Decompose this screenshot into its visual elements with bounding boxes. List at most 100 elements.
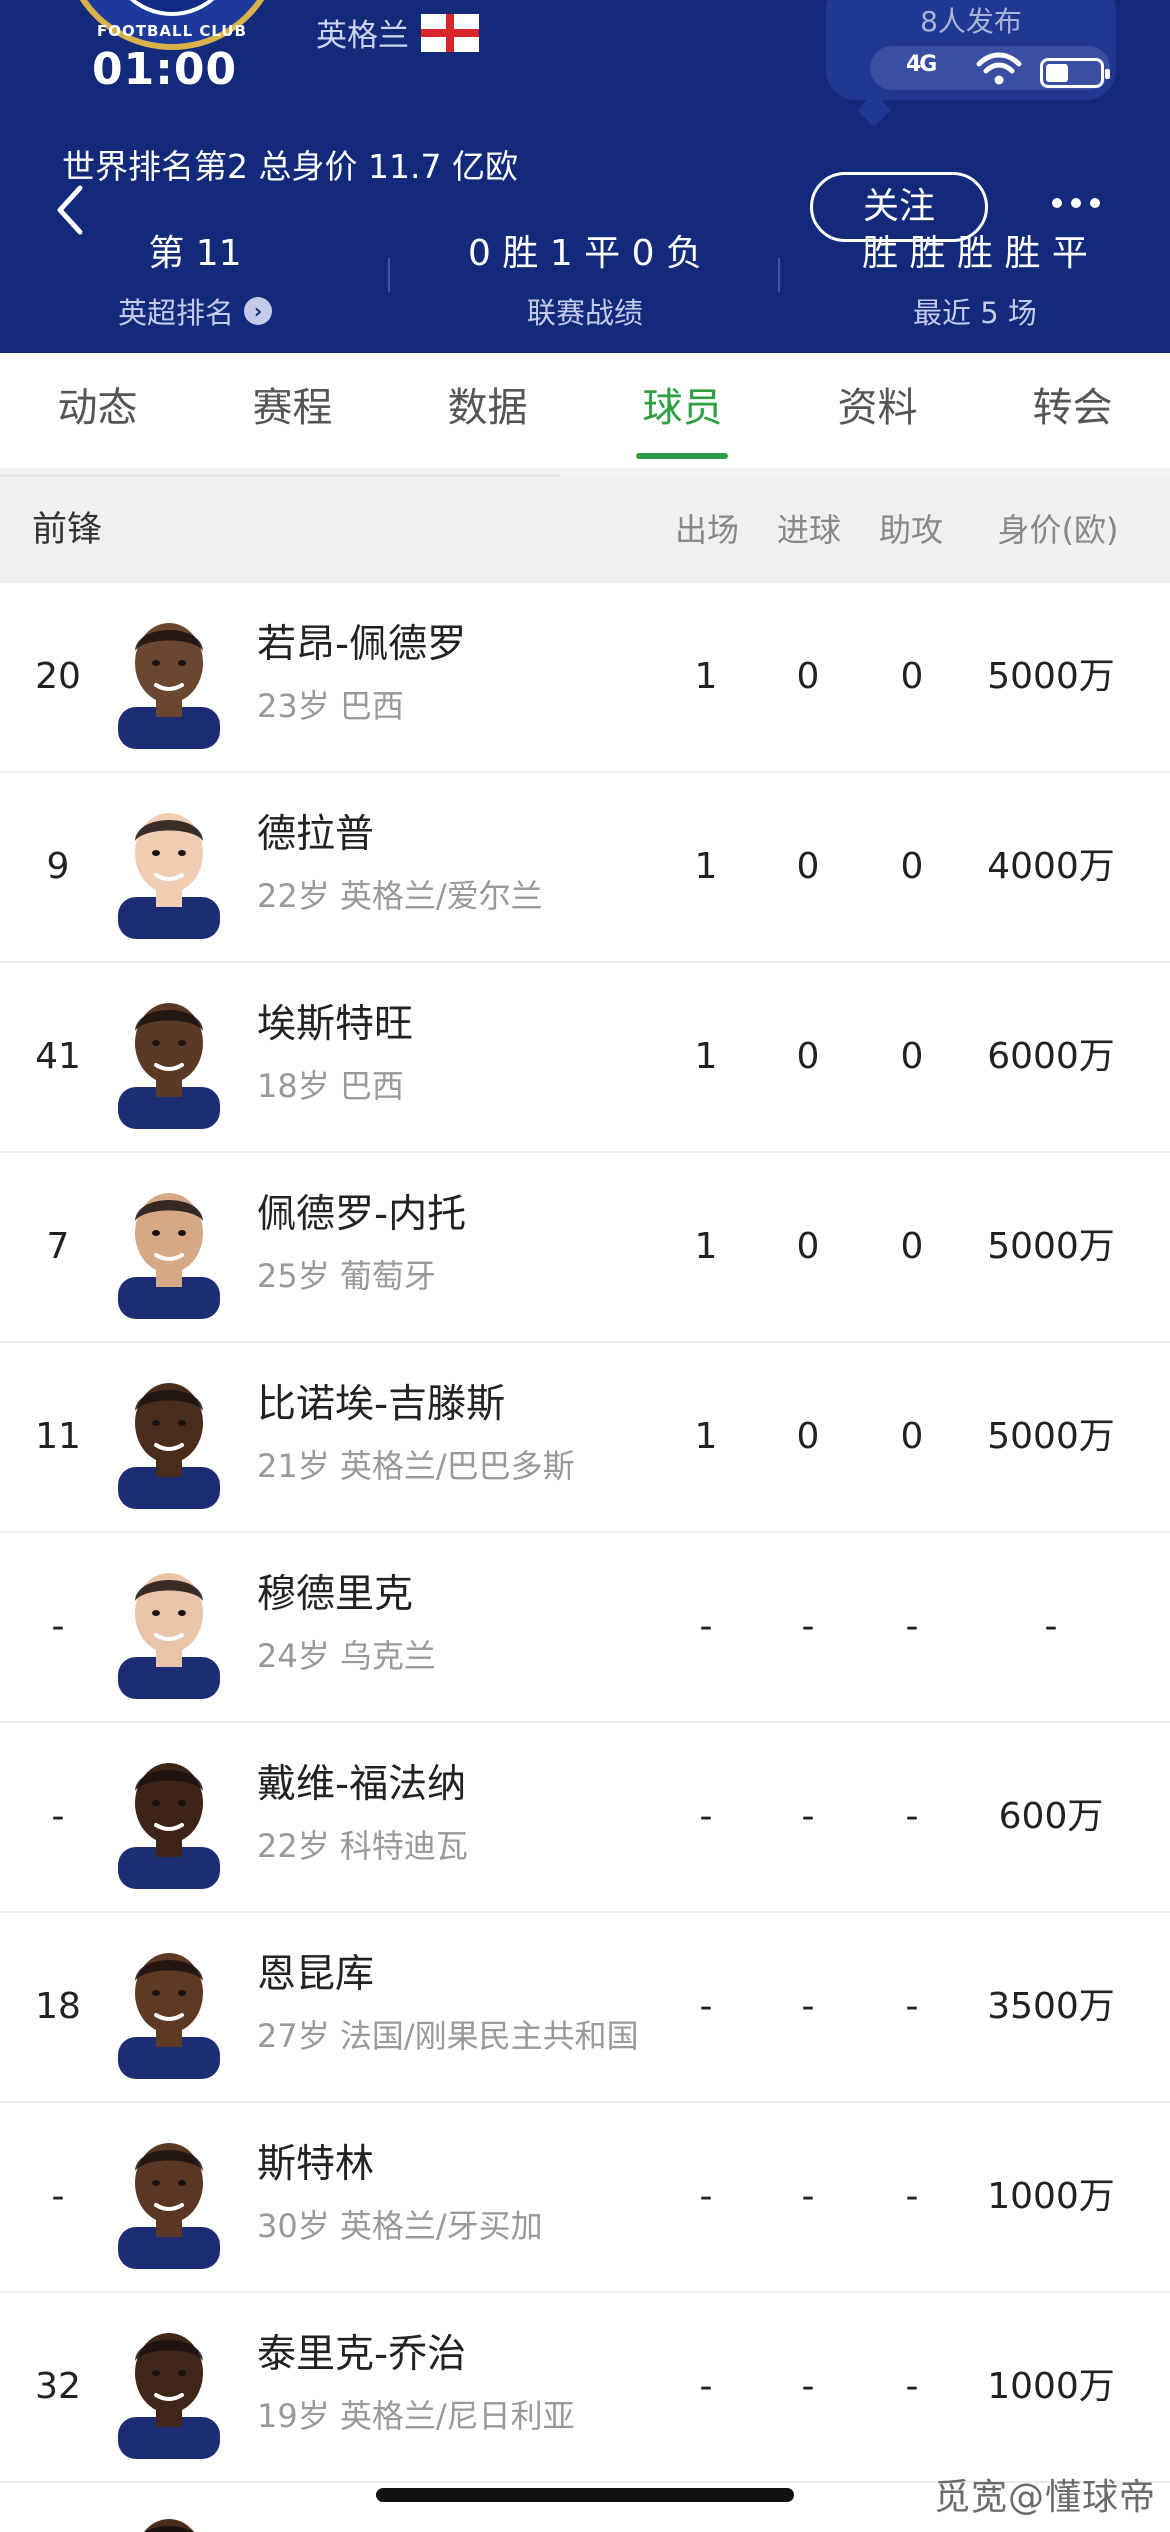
player-age-nationality: 27岁 法国/刚果民主共和国 [257, 2017, 639, 2055]
jersey-number: 11 [35, 1416, 81, 1457]
tab-transfers[interactable]: 转会 [975, 353, 1170, 468]
player-name: 佩德罗-内托 [257, 1192, 467, 1237]
player-row[interactable]: 7 佩德罗-内托 25岁 葡萄牙 1 0 0 5000万 [0, 1153, 1170, 1343]
player-name: 德拉普 [257, 812, 375, 857]
active-tab-indicator [636, 453, 728, 459]
goals-value: 0 [796, 656, 820, 697]
player-age-nationality: 23岁 巴西 [257, 687, 404, 725]
column-header-value: 身价(欧) [997, 511, 1119, 549]
player-avatar [118, 1367, 220, 1509]
appearances-value: - [699, 2176, 713, 2217]
jersey-number: 32 [35, 2366, 81, 2407]
jersey-number: - [51, 2176, 65, 2217]
player-age-nationality: 22岁 英格兰/爱尔兰 [257, 877, 543, 915]
assists-value: 0 [900, 1036, 924, 1077]
player-age-nationality: 22岁 科特迪瓦 [257, 1827, 468, 1865]
jersey-number: 41 [35, 1036, 81, 1077]
jersey-number: 20 [35, 656, 81, 697]
wifi-icon [976, 52, 1022, 92]
player-row[interactable]: 32 泰里克-乔治 19岁 英格兰/尼日利亚 - - - 1000万 [0, 2293, 1170, 2483]
tab-schedule[interactable]: 赛程 [195, 353, 390, 468]
appearances-value: - [699, 2366, 713, 2407]
assists-value: - [905, 1986, 919, 2027]
assists-value: 0 [900, 1226, 924, 1267]
player-avatar [118, 1177, 220, 1319]
team-stats: 第 11 英超排名 › 0 胜 1 平 0 负 联赛战绩 胜 胜 胜 胜 平 最… [0, 228, 1170, 338]
player-name: 泰里克-乔治 [257, 2332, 467, 2377]
watermark: 觅宽@懂球帝 [933, 2477, 1156, 2518]
player-name: 穆德里克 [257, 1572, 414, 1617]
assists-value: 0 [900, 846, 924, 887]
jersey-number: 7 [46, 1226, 70, 1267]
player-avatar [118, 2127, 220, 2269]
publisher-count: 8人发布 [920, 5, 1022, 38]
appearances-value: - [699, 1986, 713, 2027]
crest-text: FOOTBALL CLUB [96, 22, 247, 40]
player-row[interactable]: - 穆德里克 24岁 乌克兰 - - - - [0, 1533, 1170, 1723]
player-row[interactable]: - 斯特林 30岁 英格兰/牙买加 - - - 1000万 [0, 2103, 1170, 2293]
assists-value: - [905, 2366, 919, 2407]
tab-info[interactable]: 资料 [780, 353, 975, 468]
stat-value: 0 胜 1 平 0 负 [468, 233, 702, 274]
player-avatar [118, 1557, 220, 1699]
team-header: FOOTBALL CLUB 01:00 英格兰 8人发布 4G 世界排名第2 总… [0, 0, 1170, 353]
market-value: 5000万 [987, 1416, 1115, 1457]
stat-recent-form: 胜 胜 胜 胜 平 最近 5 场 [780, 228, 1170, 332]
jersey-number: - [51, 1796, 65, 1837]
goals-value: 0 [796, 1226, 820, 1267]
assists-value: 0 [900, 656, 924, 697]
appearances-value: 1 [694, 656, 718, 697]
position-section-header: 前锋 出场 进球 助攻 身价(欧) [0, 478, 1170, 583]
player-avatar [118, 1937, 220, 2079]
tab-data[interactable]: 数据 [390, 353, 585, 468]
market-value: 5000万 [987, 656, 1115, 697]
player-name: 戴维-福法纳 [257, 1762, 467, 1807]
jersey-number: - [51, 1606, 65, 1647]
scroll-indicator-line [0, 474, 560, 477]
goals-value: - [801, 1986, 815, 2027]
team-ranking-line: 世界排名第2 总身价 11.7 亿欧 [62, 147, 518, 186]
player-age-nationality: 25岁 葡萄牙 [257, 1257, 436, 1295]
jersey-number: 9 [46, 846, 70, 887]
appearances-value: 1 [694, 1416, 718, 1457]
country-label: 英格兰 [316, 18, 409, 54]
player-row[interactable]: - 戴维-福法纳 22岁 科特迪瓦 - - - 600万 [0, 1723, 1170, 1913]
player-age-nationality: 18岁 巴西 [257, 1067, 404, 1105]
player-name: 恩昆库 [257, 1952, 375, 1997]
appearances-value: 1 [694, 1036, 718, 1077]
home-indicator[interactable] [376, 2488, 794, 2502]
market-value: 4000万 [987, 846, 1115, 887]
player-avatar [118, 1747, 220, 1889]
player-row[interactable]: 41 埃斯特旺 18岁 巴西 1 0 0 6000万 [0, 963, 1170, 1153]
player-avatar [118, 2317, 220, 2459]
player-row[interactable]: 20 若昂-佩德罗 23岁 巴西 1 0 0 5000万 [0, 583, 1170, 773]
stat-label: 英超排名 › [0, 290, 390, 332]
stat-league-rank[interactable]: 第 11 英超排名 › [0, 228, 390, 332]
player-list: 20 若昂-佩德罗 23岁 巴西 1 0 0 5000万 9 德拉普 22岁 英格兰/爱尔兰 1 0 0… [0, 583, 1170, 2532]
goals-value: 0 [796, 1416, 820, 1457]
jersey-number: 18 [35, 1986, 81, 2027]
appearances-value: - [699, 1796, 713, 1837]
column-header-assists: 助攻 [878, 511, 943, 549]
assists-value: 0 [900, 1416, 924, 1457]
player-row[interactable]: 11 比诺埃-吉滕斯 21岁 英格兰/巴巴多斯 1 0 0 5000万 [0, 1343, 1170, 1533]
player-row[interactable]: 18 恩昆库 27岁 法国/刚果民主共和国 - - - 3500万 [0, 1913, 1170, 2103]
more-options-icon[interactable] [1052, 198, 1100, 208]
goals-value: - [801, 2176, 815, 2217]
goals-value: 0 [796, 1036, 820, 1077]
crest-lion-icon [108, 0, 236, 16]
player-age-nationality: 24岁 乌克兰 [257, 1637, 436, 1675]
player-row[interactable]: 9 德拉普 22岁 英格兰/爱尔兰 1 0 0 4000万 [0, 773, 1170, 963]
market-value: 600万 [998, 1796, 1104, 1837]
player-name: 埃斯特旺 [257, 1002, 414, 1047]
player-age-nationality: 30岁 英格兰/牙买加 [257, 2207, 543, 2245]
player-name: 比诺埃-吉滕斯 [257, 1382, 506, 1427]
tab-players[interactable]: 球员 [585, 353, 780, 468]
tab-news[interactable]: 动态 [0, 353, 195, 468]
player-age-nationality: 19岁 英格兰/尼日利亚 [257, 2397, 575, 2435]
assists-value: - [905, 2176, 919, 2217]
market-value: 6000万 [987, 1036, 1115, 1077]
assists-value: - [905, 1796, 919, 1837]
player-avatar [118, 797, 220, 939]
player-avatar [118, 607, 220, 749]
